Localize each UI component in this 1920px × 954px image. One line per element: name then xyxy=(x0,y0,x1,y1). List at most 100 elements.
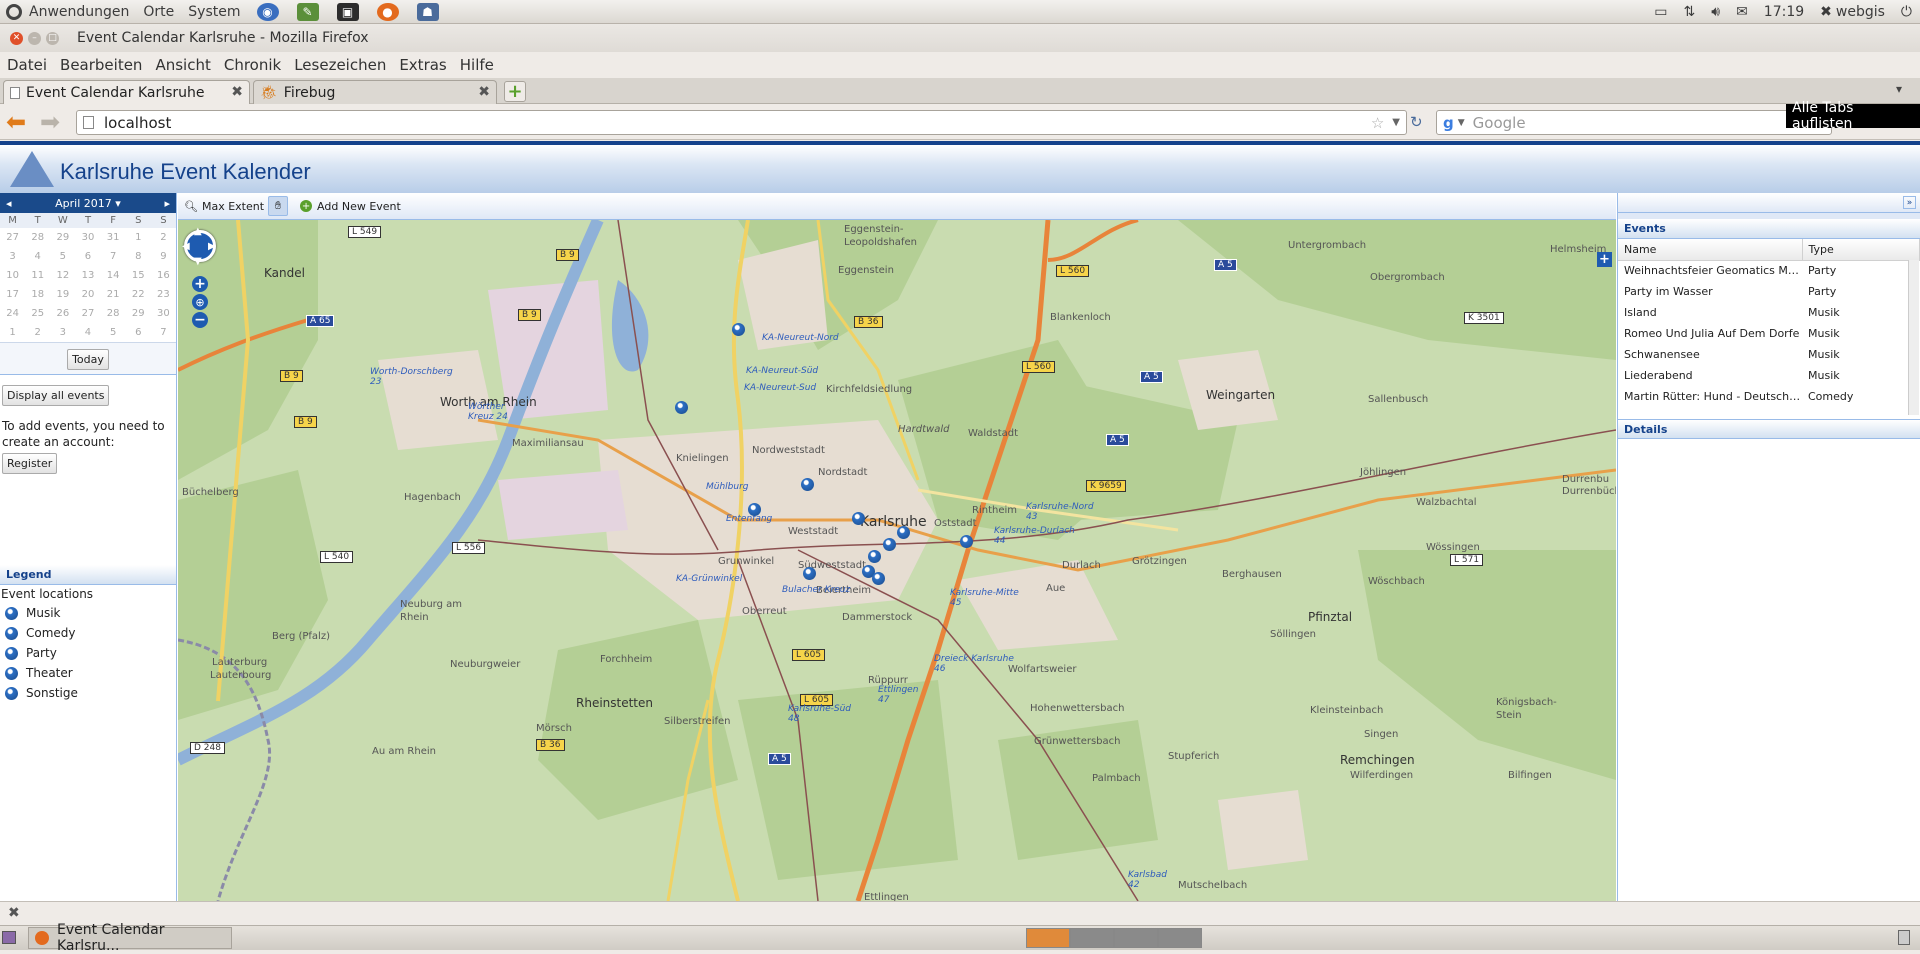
reload-icon[interactable]: ↻ xyxy=(1410,113,1423,131)
new-tab-button[interactable]: + xyxy=(504,81,526,102)
event-marker[interactable] xyxy=(801,478,814,491)
trash-icon[interactable] xyxy=(1898,930,1910,945)
close-tab-icon[interactable]: ✖ xyxy=(478,84,490,100)
url-bar[interactable]: localhost ☆ ▼ xyxy=(76,110,1407,135)
event-row[interactable]: Schwanensee Musik xyxy=(1618,344,1920,365)
event-marker[interactable] xyxy=(868,550,881,563)
column-header-type[interactable]: Type xyxy=(1802,239,1920,261)
calendar-day[interactable]: 22 xyxy=(126,285,151,304)
calendar-day[interactable]: 3 xyxy=(50,323,75,342)
close-findbar-icon[interactable]: ✖ xyxy=(8,905,20,921)
calendar-day[interactable]: 16 xyxy=(151,266,176,285)
calendar-day[interactable]: 19 xyxy=(50,285,75,304)
calendar-day[interactable]: 21 xyxy=(101,285,126,304)
event-row[interactable]: Party im Wasser Party xyxy=(1618,281,1920,302)
forward-icon[interactable]: ➡ xyxy=(40,108,60,136)
workspace-switcher[interactable] xyxy=(1026,928,1202,948)
power-icon[interactable]: ⏻ xyxy=(1901,4,1912,20)
pan-left-icon[interactable]: ◀ xyxy=(182,241,190,252)
calendar-day[interactable]: 31 xyxy=(101,228,126,247)
calendar-day[interactable]: 9 xyxy=(151,247,176,266)
calendar-day[interactable]: 15 xyxy=(126,266,151,285)
calendar-day[interactable]: 28 xyxy=(101,304,126,323)
event-marker[interactable] xyxy=(675,401,688,414)
close-window-icon[interactable]: ✕ xyxy=(10,31,23,45)
zoom-out-icon[interactable]: − xyxy=(192,312,208,328)
calendar-day[interactable]: 5 xyxy=(50,247,75,266)
search-bar[interactable]: g ▼ Google xyxy=(1436,110,1832,135)
workspace-4[interactable] xyxy=(1158,928,1202,948)
show-desktop-icon[interactable] xyxy=(2,931,16,944)
calendar-day[interactable]: 7 xyxy=(151,323,176,342)
event-marker[interactable] xyxy=(897,526,910,539)
max-extent-button[interactable]: 🔍︎ Max Extent xyxy=(184,200,264,213)
calendar-day[interactable]: 13 xyxy=(75,266,100,285)
events-scrollbar[interactable] xyxy=(1908,260,1919,415)
pan-down-icon[interactable]: ▼ xyxy=(194,256,202,267)
url-dropdown-icon[interactable]: ▼ xyxy=(1392,117,1400,128)
menu-ansicht[interactable]: Ansicht xyxy=(155,56,210,74)
display-all-events-button[interactable]: Display all events xyxy=(2,385,110,406)
ubuntu-logo-icon[interactable] xyxy=(6,3,22,20)
event-row[interactable]: Martin Rütter: Hund - Deutsch / D... Come… xyxy=(1618,386,1920,407)
event-marker[interactable] xyxy=(960,535,973,548)
calendar-day[interactable]: 24 xyxy=(0,304,25,323)
collapse-panel-icon[interactable]: » xyxy=(1903,196,1916,209)
register-button[interactable]: Register xyxy=(2,453,58,474)
zoom-in-icon[interactable]: + xyxy=(192,276,208,292)
calendar-day[interactable]: 20 xyxy=(75,285,100,304)
calendar-day[interactable]: 4 xyxy=(75,323,100,342)
tab-event-calendar[interactable]: Event Calendar Karlsruhe ✖ xyxy=(3,80,250,104)
calendar-day[interactable]: 7 xyxy=(101,247,126,266)
calendar-day[interactable]: 12 xyxy=(50,266,75,285)
calendar-day[interactable]: 2 xyxy=(151,228,176,247)
calendar-day[interactable]: 1 xyxy=(0,323,25,342)
event-marker[interactable] xyxy=(883,538,896,551)
bookmark-star-icon[interactable]: ☆ xyxy=(1371,114,1384,132)
prev-month-icon[interactable]: ◂ xyxy=(6,197,12,210)
calendar-day[interactable]: 5 xyxy=(101,323,126,342)
browser-launcher-icon[interactable]: ◉ xyxy=(256,2,279,21)
calendar-day[interactable]: 23 xyxy=(151,285,176,304)
clock[interactable]: 17:19 xyxy=(1764,4,1804,20)
taskbar-window-button[interactable]: Event Calendar Karlsru... xyxy=(28,922,232,954)
database-launcher-icon[interactable]: ☗ xyxy=(416,2,439,21)
terminal-launcher-icon[interactable]: ▣ xyxy=(336,2,359,21)
calendar-day[interactable]: 30 xyxy=(75,228,100,247)
event-marker[interactable] xyxy=(732,323,745,336)
calendar-day[interactable]: 28 xyxy=(25,228,50,247)
mail-icon[interactable]: ✉ xyxy=(1736,4,1748,20)
google-icon[interactable]: g xyxy=(1443,114,1454,132)
calendar-day[interactable]: 25 xyxy=(25,304,50,323)
back-icon[interactable]: ⬅ xyxy=(6,108,26,136)
calendar-day[interactable]: 2 xyxy=(25,323,50,342)
menu-hilfe[interactable]: Hilfe xyxy=(460,56,494,74)
event-marker[interactable] xyxy=(748,503,761,516)
zoom-world-icon[interactable]: ⊕ xyxy=(192,294,208,310)
tool-launcher-icon[interactable]: ✎ xyxy=(296,2,319,21)
menu-chronik[interactable]: Chronik xyxy=(224,56,281,74)
calendar-day[interactable]: 27 xyxy=(75,304,100,323)
close-tab-icon[interactable]: ✖ xyxy=(231,84,243,100)
maximize-window-icon[interactable]: □ xyxy=(46,31,59,45)
network-icon[interactable]: ⇅ xyxy=(1684,4,1696,20)
event-marker[interactable] xyxy=(852,512,865,525)
event-row[interactable]: Liederabend Musik xyxy=(1618,365,1920,386)
event-row[interactable]: Weihnachtsfeier Geomatics Master Party xyxy=(1618,260,1920,281)
event-marker[interactable] xyxy=(872,572,885,585)
list-all-tabs-button[interactable]: ▾ xyxy=(1896,82,1914,100)
calendar-day[interactable]: 11 xyxy=(25,266,50,285)
event-row[interactable]: Romeo Und Julia Auf Dem Dorfe Musik xyxy=(1618,323,1920,344)
calendar-day[interactable]: 6 xyxy=(75,247,100,266)
event-marker[interactable] xyxy=(803,567,816,580)
workspace-1[interactable] xyxy=(1026,928,1070,948)
calendar-day[interactable]: 4 xyxy=(25,247,50,266)
menu-lesezeichen[interactable]: Lesezeichen xyxy=(294,56,386,74)
menu-extras[interactable]: Extras xyxy=(399,56,446,74)
calendar-day[interactable]: 14 xyxy=(101,266,126,285)
event-row[interactable]: Island Musik xyxy=(1618,302,1920,323)
volume-icon[interactable]: 🔊︎ xyxy=(1711,4,1720,20)
calendar-day[interactable]: 29 xyxy=(126,304,151,323)
firefox-launcher-icon[interactable]: ● xyxy=(376,2,399,21)
menu-datei[interactable]: Datei xyxy=(7,56,47,74)
